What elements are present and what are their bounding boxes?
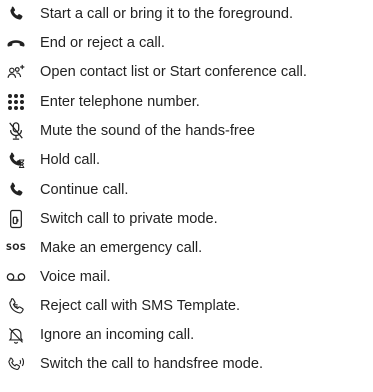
legend-row-emergency: SOS Make an emergency call. bbox=[0, 234, 373, 262]
legend-label: Open contact list or Start conference ca… bbox=[40, 64, 307, 80]
legend-label: Make an emergency call. bbox=[40, 240, 203, 256]
legend-label: Start a call or bring it to the foregrou… bbox=[40, 6, 294, 22]
contacts-add-icon bbox=[6, 62, 26, 82]
private-mode-handset-icon bbox=[6, 209, 26, 229]
bell-muted-icon bbox=[6, 325, 26, 345]
legend-label: Voice mail. bbox=[40, 269, 111, 285]
legend-row-start-call: Start a call or bring it to the foregrou… bbox=[0, 0, 373, 28]
sms-template-reject-icon bbox=[6, 296, 26, 316]
legend-row-continue: Continue call. bbox=[0, 176, 373, 204]
legend-row-end-call: End or reject a call. bbox=[0, 29, 373, 57]
hang-up-icon bbox=[6, 33, 26, 53]
legend-row-hold: Hold call. bbox=[0, 146, 373, 174]
legend-label: End or reject a call. bbox=[40, 35, 165, 51]
keypad-icon bbox=[6, 92, 26, 112]
legend-row-mute: Mute the sound of the hands-free bbox=[0, 117, 373, 145]
legend-row-handsfree: Switch the call to handsfree mode. bbox=[0, 350, 373, 378]
legend-row-private-mode: Switch call to private mode. bbox=[0, 205, 373, 233]
legend-row-sms-reject: Reject call with SMS Template. bbox=[0, 292, 373, 320]
phone-handset-icon bbox=[6, 180, 26, 200]
legend-label: Switch call to private mode. bbox=[40, 211, 218, 227]
legend-row-voicemail: Voice mail. bbox=[0, 263, 373, 291]
handsfree-speaker-icon bbox=[6, 354, 26, 374]
sos-icon: SOS bbox=[5, 243, 27, 253]
legend-row-contacts: Open contact list or Start conference ca… bbox=[0, 58, 373, 86]
legend-label: Hold call. bbox=[40, 152, 101, 168]
legend-row-ignore: Ignore an incoming call. bbox=[0, 321, 373, 349]
legend-label: Reject call with SMS Template. bbox=[40, 298, 241, 314]
legend-row-keypad: Enter telephone number. bbox=[0, 88, 373, 116]
mute-microphone-icon bbox=[6, 121, 26, 141]
phone-handset-icon bbox=[6, 4, 26, 24]
legend-label: Continue call. bbox=[40, 182, 129, 198]
hold-call-icon bbox=[6, 150, 26, 170]
voicemail-icon bbox=[6, 267, 26, 287]
legend-label: Switch the call to handsfree mode. bbox=[40, 356, 264, 372]
legend-label: Ignore an incoming call. bbox=[40, 327, 195, 343]
legend-label: Mute the sound of the hands-free bbox=[40, 123, 255, 139]
legend-label: Enter telephone number. bbox=[40, 94, 200, 110]
